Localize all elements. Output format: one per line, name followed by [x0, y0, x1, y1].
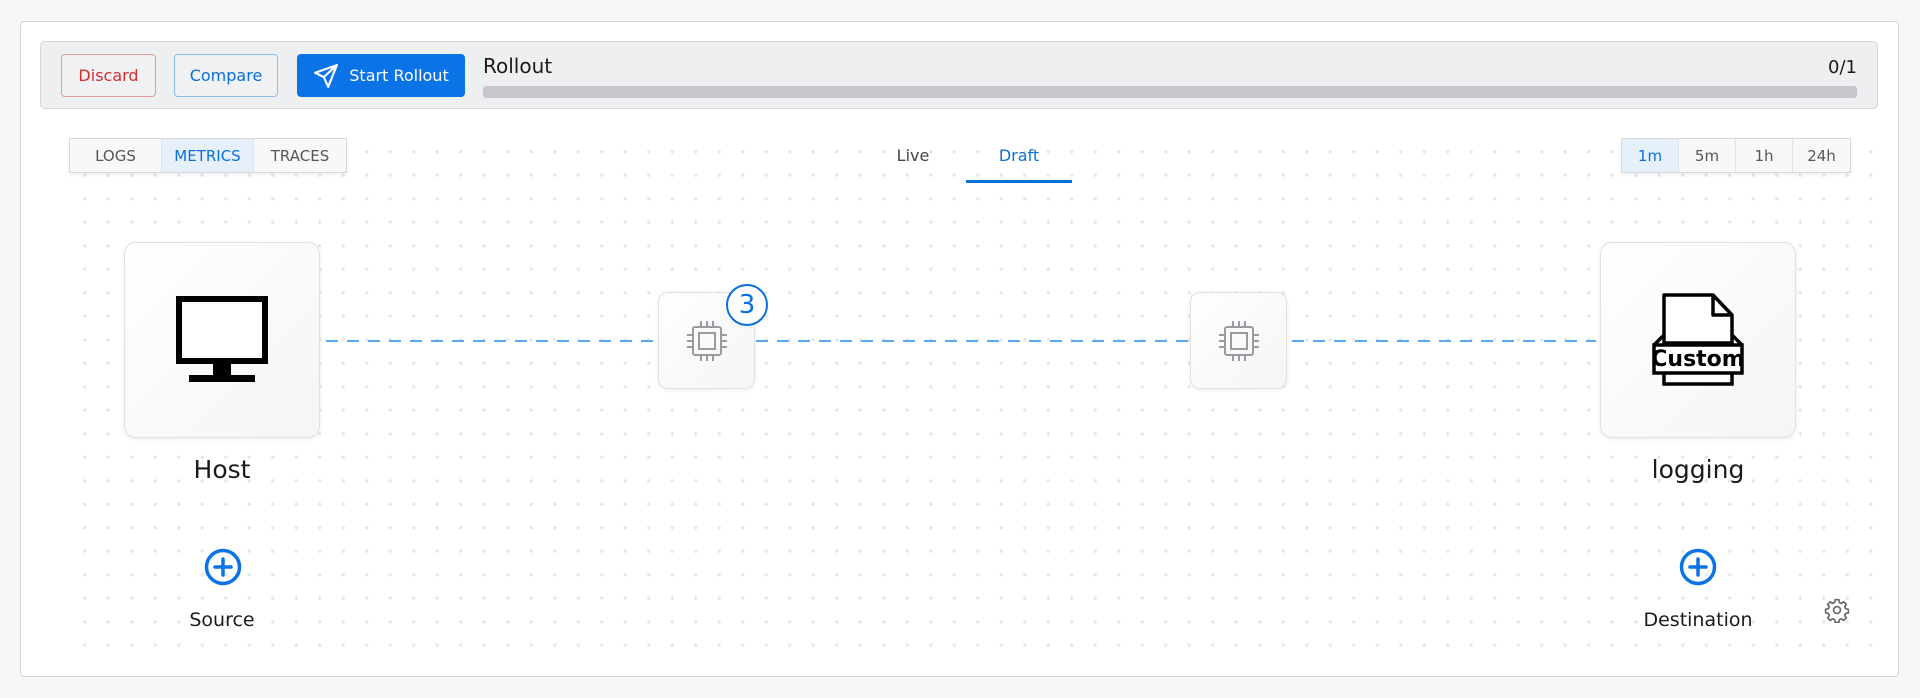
- source-name: Host: [193, 455, 251, 484]
- compare-button[interactable]: Compare: [174, 54, 278, 97]
- send-icon: [314, 63, 339, 88]
- destination-node-logging[interactable]: Custom: [1600, 242, 1796, 438]
- add-destination-plus-icon[interactable]: [1679, 548, 1717, 586]
- time-range-24h[interactable]: 24h: [1793, 139, 1850, 172]
- rollout-toolbar: Discard Compare Start Rollout Rollout 0/…: [40, 41, 1878, 109]
- monitor-icon: [176, 296, 268, 382]
- custom-file-icon: Custom: [1651, 293, 1745, 386]
- connector-line: [1292, 340, 1596, 342]
- tab-draft[interactable]: Draft: [966, 138, 1072, 183]
- gear-icon[interactable]: [1824, 597, 1850, 623]
- processor-chip-icon: [1218, 320, 1259, 361]
- telemetry-metrics-button[interactable]: METRICS: [162, 139, 254, 172]
- rollout-count: 0/1: [1828, 57, 1857, 78]
- start-rollout-button[interactable]: Start Rollout: [297, 54, 465, 97]
- add-source-plus-icon[interactable]: [204, 548, 242, 586]
- start-rollout-label: Start Rollout: [349, 66, 449, 85]
- processor-count-badge: 3: [726, 284, 768, 326]
- time-range-5m[interactable]: 5m: [1679, 139, 1736, 172]
- add-destination-label: Destination: [1643, 609, 1753, 631]
- processor-chip-icon: [686, 320, 727, 361]
- destination-name: logging: [1651, 455, 1745, 484]
- telemetry-traces-button[interactable]: TRACES: [254, 139, 346, 172]
- telemetry-logs-button[interactable]: LOGS: [70, 139, 162, 172]
- connector-line: [326, 340, 658, 342]
- time-range-1h[interactable]: 1h: [1736, 139, 1793, 172]
- add-source-label: Source: [189, 609, 255, 631]
- telemetry-type-selector: LOGS METRICS TRACES: [69, 138, 347, 173]
- connector-line: [756, 340, 1188, 342]
- tab-live[interactable]: Live: [860, 138, 966, 183]
- discard-button[interactable]: Discard: [61, 54, 156, 97]
- view-tabs: Live Draft: [860, 138, 1072, 183]
- processor-node[interactable]: [1190, 292, 1287, 389]
- source-node-host[interactable]: [124, 242, 320, 438]
- time-range-1m[interactable]: 1m: [1622, 139, 1679, 172]
- rollout-progress-bar: [483, 86, 1857, 98]
- custom-icon-text: Custom: [1651, 347, 1744, 372]
- time-range-selector: 1m 5m 1h 24h: [1621, 138, 1851, 173]
- rollout-title: Rollout: [483, 54, 553, 78]
